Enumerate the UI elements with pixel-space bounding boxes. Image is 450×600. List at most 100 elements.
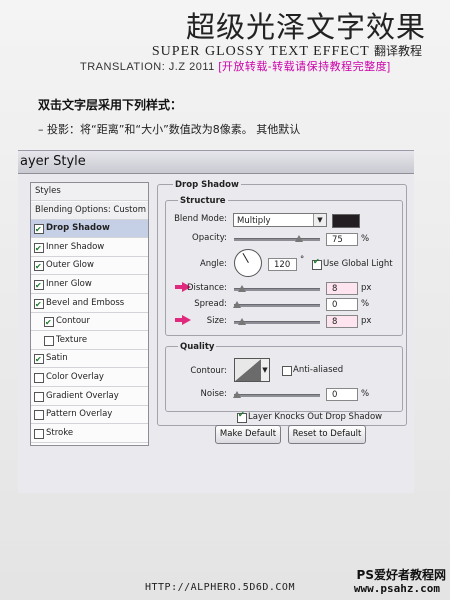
styles-list-checkbox[interactable] xyxy=(34,240,44,257)
styles-list-label: Satin xyxy=(46,353,68,363)
styles-list-label: Bevel and Emboss xyxy=(46,298,125,308)
styles-list-label: Stroke xyxy=(46,428,74,438)
styles-list-checkbox[interactable] xyxy=(34,277,44,294)
noise-unit: % xyxy=(361,389,370,399)
drop-shadow-title: Drop Shadow xyxy=(173,180,241,190)
opacity-input[interactable]: 75 xyxy=(326,233,358,246)
styles-list-item[interactable]: Inner Glow xyxy=(31,276,148,294)
styles-list-item[interactable]: Contour xyxy=(31,313,148,331)
styles-list-checkbox[interactable] xyxy=(44,314,54,331)
distance-input[interactable]: 8 xyxy=(326,282,358,295)
styles-list-label: Outer Glow xyxy=(46,260,94,270)
styles-list-item[interactable]: Texture xyxy=(31,332,148,350)
angle-label: Angle: xyxy=(199,259,227,269)
spread-label: Spread: xyxy=(194,299,227,309)
styles-list-checkbox[interactable] xyxy=(34,373,44,383)
noise-slider-thumb[interactable] xyxy=(233,391,241,398)
noise-label: Noise: xyxy=(200,389,227,399)
styles-list-label: Blending Options: Custom xyxy=(35,205,146,215)
styles-list-item[interactable]: Styles xyxy=(31,183,148,201)
instruction-text: – 投影：将“距离”和“大小”数值改为8像素。 其他默认 xyxy=(38,123,301,136)
styles-list-item[interactable]: Inner Shadow xyxy=(31,239,148,257)
opacity-label: Opacity: xyxy=(192,233,227,243)
contour-curve-icon xyxy=(235,359,261,381)
styles-list-item[interactable]: Drop Shadow xyxy=(31,220,148,238)
site-url: www.psahz.com xyxy=(353,582,440,595)
opacity-slider-thumb[interactable] xyxy=(294,235,303,242)
credit-note: [开放转载-转载请保持教程完整度] xyxy=(218,61,391,73)
angle-unit: ° xyxy=(300,255,305,265)
distance-unit: px xyxy=(361,283,372,293)
footer-url: HTTP://ALPHERO.5D6D.COM xyxy=(145,582,295,593)
spread-slider[interactable] xyxy=(234,304,320,307)
shadow-color-swatch[interactable] xyxy=(332,214,360,228)
styles-list-checkbox[interactable] xyxy=(34,429,44,439)
use-global-light-label: Use Global Light xyxy=(323,259,393,269)
styles-list-item[interactable]: Pattern Overlay xyxy=(31,406,148,424)
styles-list-item[interactable]: Bevel and Emboss xyxy=(31,295,148,313)
styles-list-label: Gradient Overlay xyxy=(46,391,119,401)
noise-input[interactable]: 0 xyxy=(326,388,358,401)
noise-slider[interactable] xyxy=(234,394,320,397)
styles-list: Styles Blending Options: Custom Drop Shado… xyxy=(30,182,149,446)
styles-list-checkbox[interactable] xyxy=(44,336,54,346)
dialog-titlebar: ayer Style xyxy=(18,151,414,174)
angle-needle xyxy=(242,252,249,263)
styles-list-checkbox[interactable] xyxy=(34,296,44,313)
spread-input[interactable]: 0 xyxy=(326,298,358,311)
styles-list-label: Styles xyxy=(35,186,61,196)
spread-slider-thumb[interactable] xyxy=(233,301,241,308)
use-global-light-checkbox[interactable] xyxy=(312,257,322,270)
size-slider[interactable] xyxy=(234,321,320,324)
styles-list-item[interactable]: Blending Options: Custom xyxy=(31,202,148,220)
styles-list-label: Contour xyxy=(56,316,90,326)
angle-input[interactable]: 120 xyxy=(268,258,297,271)
styles-list-item[interactable]: Satin xyxy=(31,350,148,368)
reset-to-default-button[interactable]: Reset to Default xyxy=(288,425,366,444)
styles-list-label: Color Overlay xyxy=(46,372,104,382)
styles-list-checkbox[interactable] xyxy=(34,221,44,238)
quality-group xyxy=(165,346,403,412)
structure-label: Structure xyxy=(178,196,228,206)
anti-aliased-label: Anti-aliased xyxy=(293,365,344,375)
styles-list-label: Inner Shadow xyxy=(46,242,105,252)
styles-list-item[interactable]: Stroke xyxy=(31,425,148,443)
opacity-slider[interactable] xyxy=(234,238,320,241)
subtitle-en: SUPER GLOSSY TEXT EFFECT xyxy=(151,44,370,59)
spread-unit: % xyxy=(361,299,370,309)
page-title: 超级光泽文字效果 xyxy=(185,10,426,44)
blend-mode-label: Blend Mode: xyxy=(174,214,227,224)
anti-aliased-checkbox[interactable] xyxy=(282,366,292,376)
knockout-label: Layer Knocks Out Drop Shadow xyxy=(248,412,383,422)
instruction-heading: 双击文字层采用下列样式： xyxy=(38,98,183,112)
credit-text: TRANSLATION: J.Z 2011 xyxy=(80,61,215,73)
make-default-button[interactable]: Make Default xyxy=(215,425,281,444)
blend-mode-value: Multiply xyxy=(237,216,271,226)
styles-list-checkbox[interactable] xyxy=(34,392,44,402)
styles-list-checkbox[interactable] xyxy=(34,258,44,275)
chevron-down-icon: ▼ xyxy=(313,214,326,226)
contour-preview[interactable] xyxy=(234,358,262,382)
knockout-checkbox[interactable] xyxy=(237,410,247,423)
size-input[interactable]: 8 xyxy=(326,315,358,328)
dialog-title: ayer Style xyxy=(20,154,86,169)
styles-list-item[interactable]: Gradient Overlay xyxy=(31,388,148,406)
styles-list-label: Texture xyxy=(56,335,88,345)
distance-slider[interactable] xyxy=(234,288,320,291)
opacity-unit: % xyxy=(361,234,370,244)
styles-list-checkbox[interactable] xyxy=(34,410,44,420)
styles-list-item[interactable]: Outer Glow xyxy=(31,257,148,275)
contour-label: Contour: xyxy=(190,366,227,376)
styles-list-label: Inner Glow xyxy=(46,279,92,289)
size-unit: px xyxy=(361,316,372,326)
contour-dropdown-button[interactable]: ▼ xyxy=(261,358,270,382)
styles-list-item[interactable]: Color Overlay xyxy=(31,369,148,387)
distance-slider-thumb[interactable] xyxy=(238,285,246,292)
styles-list-checkbox[interactable] xyxy=(34,351,44,368)
angle-dial[interactable] xyxy=(234,249,262,277)
credit-line: TRANSLATION: J.Z 2011 [开放转载-转载请保持教程完整度] xyxy=(80,58,391,74)
size-slider-thumb[interactable] xyxy=(238,318,246,325)
styles-list-label: Pattern Overlay xyxy=(46,409,113,419)
blend-mode-select[interactable]: Multiply ▼ xyxy=(233,213,327,227)
site-name: PS爱好者教程网 xyxy=(356,568,446,582)
